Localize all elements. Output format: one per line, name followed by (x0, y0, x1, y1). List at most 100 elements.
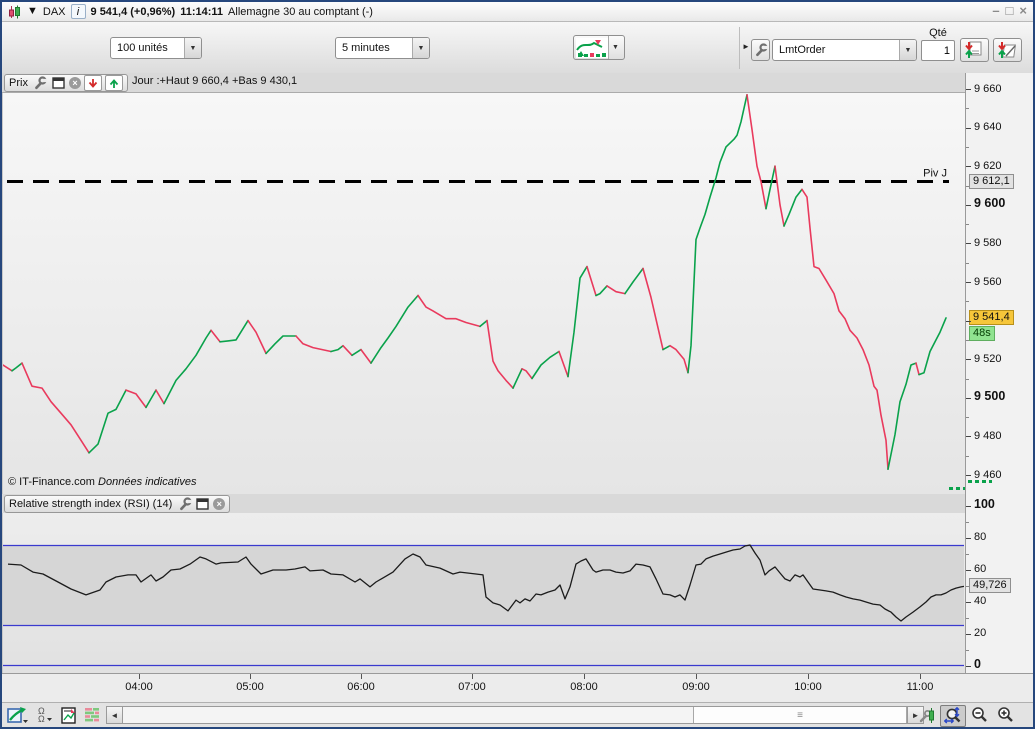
price-line-segment (265, 335, 297, 355)
minimize-button[interactable]: – (992, 3, 999, 19)
rsi-chart-svg (3, 544, 964, 667)
order-arrows-icon (964, 41, 981, 58)
rsi-axis-tick (966, 585, 969, 587)
price-axis-tick-label: 9 620 (974, 159, 1002, 172)
pivot-price-label: 9 612,1 (969, 173, 1014, 189)
order-type-dropdown[interactable]: LmtOrder ▼ (772, 39, 917, 61)
price-line-segment (247, 319, 267, 355)
price-axis-tick-label: 9 560 (974, 275, 1002, 288)
sell-buy-order-button[interactable] (960, 38, 989, 62)
copyright-line: © IT-Finance.com Données indicatives (8, 476, 196, 488)
zoom-out-button[interactable] (967, 705, 991, 725)
price-line-segment (512, 367, 523, 389)
price-axis-tick (966, 146, 969, 148)
price-line-segment (801, 188, 889, 471)
rsi-axis-tick (966, 521, 969, 523)
price-axis[interactable]: 9 612,1 9 541,4 48s 9 660 9 640 9 620 9 600… (965, 73, 1033, 494)
scroll-left-icon: ◄ (110, 710, 119, 720)
export-chart-button[interactable] (6, 705, 30, 725)
price-chart-area[interactable]: Piv J © IT-Finance.com Données indicativ… (2, 73, 966, 494)
timeframe-dropdown[interactable]: 5 minutes ▼ (335, 37, 430, 59)
price-panel-title: Prix (9, 77, 28, 89)
price-line-segment (370, 294, 419, 364)
price-line-segment (765, 165, 776, 210)
price-axis-tick (966, 455, 969, 457)
time-axis-tick (584, 674, 585, 679)
zoom-out-icon (972, 707, 987, 722)
zoom-in-button[interactable] (993, 705, 1017, 725)
price-line-segment (531, 350, 560, 380)
time-axis-label: 06:00 (347, 681, 375, 693)
price-line-segment (330, 344, 344, 353)
price-line-segment (624, 267, 644, 295)
close-price-panel-icon[interactable]: × (68, 77, 81, 89)
auto-fit-zoom-button[interactable] (940, 705, 966, 727)
rsi-axis-tick-label: 100 (974, 497, 995, 511)
notes-icon (60, 706, 76, 724)
price-axis-tick-label: 9 640 (974, 121, 1002, 134)
price-line-segment (662, 344, 671, 351)
instrument-menu-caret-icon[interactable]: ▼ (27, 6, 38, 17)
scrollbar-grip-icon: ≡ (797, 709, 803, 721)
modify-order-button[interactable] (993, 38, 1022, 62)
scrollbar-thumb[interactable]: ≡ (693, 707, 907, 723)
price-axis-tick (966, 436, 971, 438)
chart-type-button[interactable]: ▼ (573, 35, 625, 60)
sell-arrow-button[interactable] (83, 75, 102, 91)
collapse-panel-arrow-icon[interactable]: ► (742, 42, 750, 51)
bottom-toolbar: Ω Ω ◄ ≡ ► (2, 702, 1033, 727)
rsi-axis-tick-label: 60 (974, 563, 987, 575)
order-settings-button[interactable] (751, 39, 770, 61)
price-line-segment (642, 267, 664, 351)
info-icon[interactable]: i (70, 4, 86, 19)
units-dropdown[interactable]: 100 unités ▼ (110, 37, 202, 59)
price-settings-wrench-icon[interactable] (33, 76, 48, 90)
price-panel-header: Prix × Jour :+Haut 9 660,4 +Bas 9 430,1 (2, 73, 965, 93)
rsi-settings-wrench-icon[interactable] (177, 497, 192, 511)
price-line-segment (88, 389, 127, 454)
price-line-segment (125, 389, 147, 409)
price-line-segment (417, 294, 481, 328)
price-line-segment (155, 389, 165, 405)
price-line-segment (342, 344, 353, 357)
buy-arrow-button[interactable] (104, 75, 123, 91)
price-axis-tick (966, 166, 971, 168)
price-line-segment (11, 362, 23, 372)
chart-display-settings-button[interactable] (917, 705, 937, 725)
close-rsi-panel-icon[interactable]: × (213, 498, 226, 510)
time-axis-label: 07:00 (458, 681, 486, 693)
price-axis-tick-label: 9 460 (974, 468, 1002, 481)
price-axis-tick (966, 320, 971, 322)
quantity-input[interactable] (921, 40, 955, 61)
scroll-left-button[interactable]: ◄ (107, 707, 123, 723)
rsi-detach-window-icon[interactable] (195, 497, 210, 511)
export-chart-icon (7, 707, 28, 723)
notes-button[interactable] (58, 705, 78, 725)
bar-countdown-label: 48s (969, 326, 995, 342)
trading-window: ▼ DAX i 9 541,4 (+0,96%) 11:14:11 Allema… (0, 0, 1035, 729)
order-type-dropdown-caret-icon: ▼ (899, 40, 916, 60)
rsi-axis-tick-label: 80 (974, 531, 987, 543)
rsi-axis[interactable]: 49,726 100 80 60 40 20 0 (965, 494, 1033, 673)
maximize-button[interactable]: □ (1006, 3, 1014, 19)
price-axis-tick-label: 9 480 (974, 429, 1002, 442)
horizontal-scrollbar[interactable]: ◄ ≡ ► (106, 706, 924, 724)
rsi-panel-toolbar: Relative strength index (RSI) (14) × (4, 495, 231, 513)
rsi-chart-area[interactable] (2, 513, 965, 673)
time-axis-tick (472, 674, 473, 679)
chart-type-caret-icon: ▼ (607, 36, 623, 59)
auto-fit-zoom-icon (944, 707, 961, 724)
market-depth-button[interactable] (82, 705, 102, 725)
detach-window-icon[interactable] (51, 76, 66, 90)
units-dropdown-caret-icon: ▼ (184, 38, 201, 58)
toolbar: 100 unités ▼ 5 minutes ▼ ▼ ► LmtOrder ▼ … (2, 22, 1033, 74)
price-line-segment (210, 329, 221, 343)
price-line-segment (521, 367, 533, 380)
price-line-segment (606, 285, 626, 295)
price-line-segment (360, 348, 372, 364)
magnet-mode-button[interactable]: Ω Ω (34, 705, 54, 725)
close-button[interactable]: × (1019, 3, 1027, 19)
time-axis-tick (250, 674, 251, 679)
copyright-text: © IT-Finance.com (8, 476, 95, 488)
price-axis-tick (966, 243, 971, 245)
